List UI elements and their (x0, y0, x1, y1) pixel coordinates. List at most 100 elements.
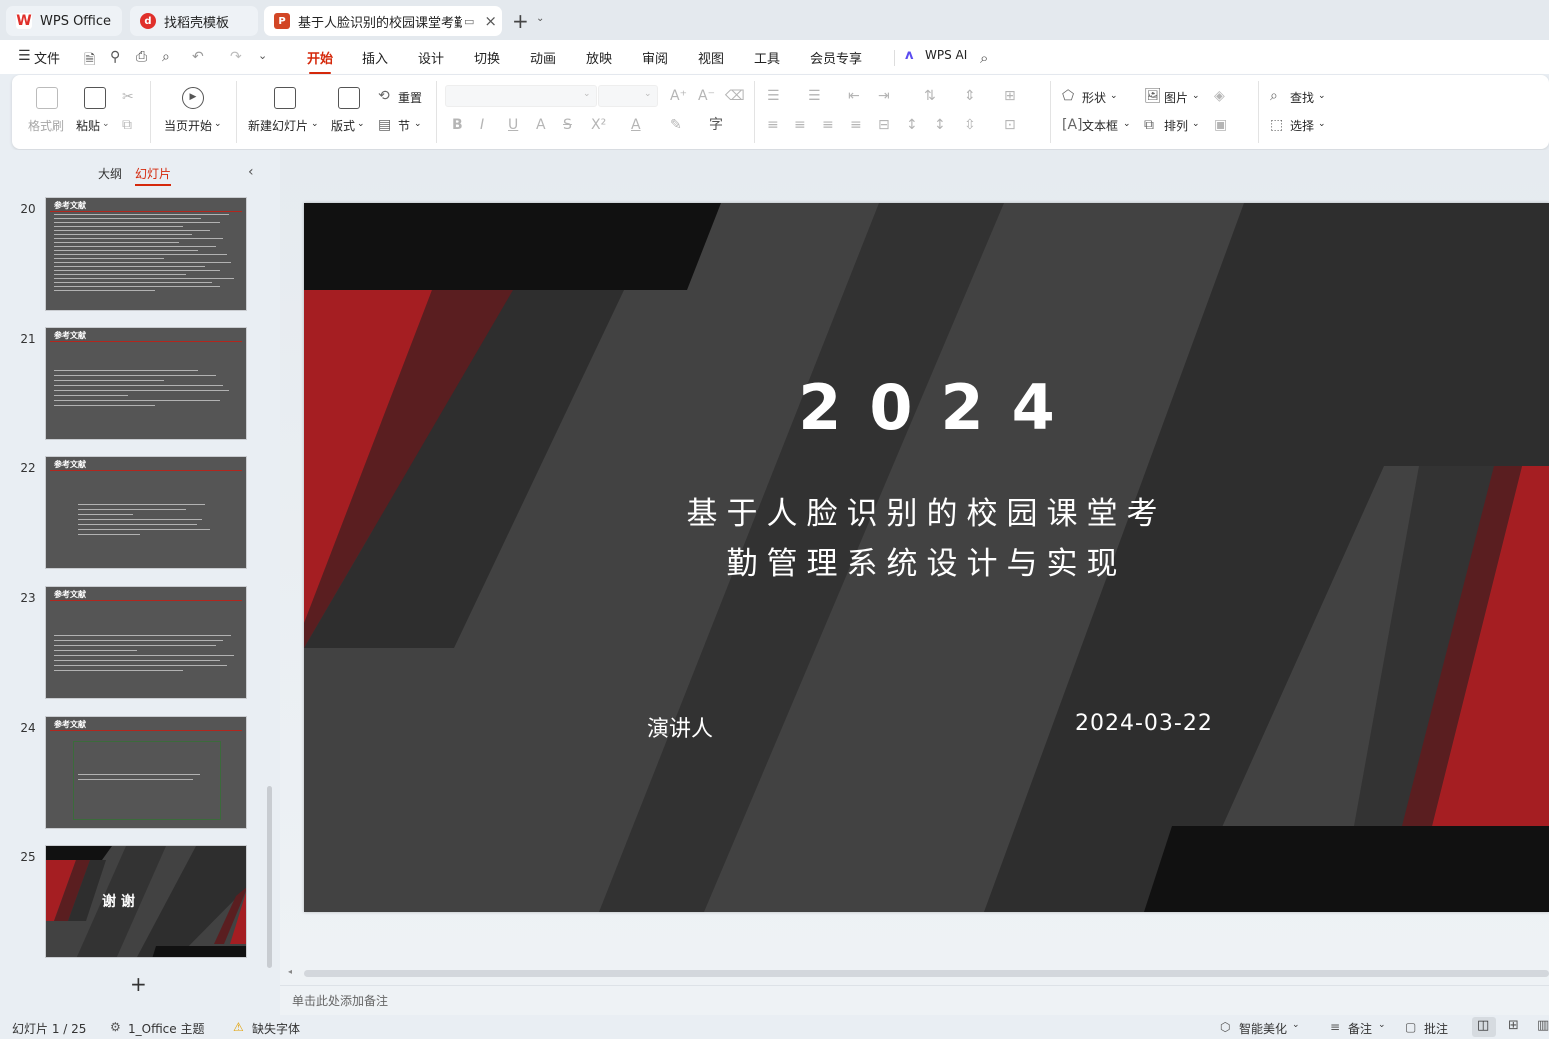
paste-dropdown-icon[interactable]: ⌄ (102, 119, 110, 129)
distributed-icon[interactable]: ⊟ (878, 117, 890, 133)
notes-placeholder[interactable]: 单击此处添加备注 (292, 994, 388, 1008)
convert-smartart-icon[interactable]: ⊞ (1004, 88, 1016, 104)
slide-thumbnail-23[interactable]: 参考文献 (45, 586, 247, 699)
menu-wps-ai[interactable]: WPS AI (925, 48, 967, 62)
strikethrough-icon[interactable]: S (563, 117, 572, 133)
bullets-icon[interactable]: ☰ (767, 88, 780, 104)
decrease-font-icon[interactable]: A⁻ (698, 88, 715, 104)
format-painter-button[interactable]: 格式刷 (28, 117, 64, 134)
arrange-button[interactable]: 排列 (1164, 117, 1188, 134)
hamburger-icon[interactable]: ☰ (18, 48, 31, 64)
new-slide-dropdown-icon[interactable]: ⌄ (311, 119, 319, 129)
increase-font-icon[interactable]: A⁺ (670, 88, 687, 104)
picture-button[interactable]: 图片 (1164, 89, 1188, 106)
shape-dropdown-icon[interactable]: ⌄ (1110, 91, 1118, 101)
menu-home[interactable]: 开始 (307, 48, 333, 74)
theme-name[interactable]: 1_Office 主题 (128, 1020, 204, 1037)
notes-dropdown-icon[interactable]: ⌄ (1378, 1020, 1386, 1030)
menu-review[interactable]: 审阅 (642, 48, 668, 67)
undo-icon[interactable]: ↶ (192, 49, 204, 65)
menu-slideshow[interactable]: 放映 (586, 48, 612, 67)
line-spacing-icon[interactable]: ⇕ (964, 88, 976, 104)
highlight-icon[interactable]: ✎ (670, 117, 682, 133)
section-dropdown-icon[interactable]: ⌄ (414, 119, 422, 129)
para-spacing2-icon[interactable]: ↕ (934, 117, 946, 133)
text-box-margins-icon[interactable]: ⊡ (1004, 117, 1016, 133)
tab-docer-templates[interactable]: d 找稻壳模板 (130, 6, 258, 36)
font-name-dropdown-icon[interactable]: ⌄ (583, 89, 591, 99)
textbox-dropdown-icon[interactable]: ⌄ (1123, 119, 1131, 129)
monitor-icon[interactable]: ▭ (464, 15, 474, 28)
scroll-left-icon[interactable]: ◂ (288, 967, 292, 976)
close-tab-icon[interactable]: × (484, 12, 497, 30)
current-slide[interactable]: 2024 基于人脸识别的校园课堂考 勤管理系统设计与实现 演讲人 2024-03… (304, 203, 1549, 912)
menu-file[interactable]: 文件 (34, 48, 60, 67)
reset-button[interactable]: 重置 (398, 89, 422, 106)
increase-indent-icon[interactable]: ⇥ (878, 88, 890, 104)
decrease-indent-icon[interactable]: ⇤ (848, 88, 860, 104)
numbering-icon[interactable]: ☰ (808, 88, 821, 104)
comments-button[interactable]: 批注 (1424, 1020, 1448, 1037)
slide-thumbnail-25[interactable]: 谢 谢 (45, 845, 247, 958)
font-size-dropdown-icon[interactable]: ⌄ (644, 89, 652, 99)
slide-thumbnail-20[interactable]: 参考文献 (45, 197, 247, 311)
font-name-select[interactable] (445, 85, 597, 107)
bold-icon[interactable]: B (452, 117, 463, 133)
shape-button[interactable]: 形状 (1082, 89, 1106, 106)
search-icon[interactable]: ⌕ (980, 49, 988, 67)
menu-view[interactable]: 视图 (698, 48, 724, 67)
textbox-button[interactable]: 文本框 (1082, 117, 1118, 134)
tab-current-presentation[interactable]: P 基于人脸识别的校园课堂考勤管 ▭ × (264, 6, 502, 36)
share-icon[interactable]: ⚲ (110, 49, 120, 65)
wps-ai-icon[interactable]: ʌ (905, 48, 913, 63)
horizontal-scrollbar[interactable] (304, 970, 1549, 977)
tab-wps-office[interactable]: W WPS Office (6, 6, 122, 36)
italic-icon[interactable]: I (480, 117, 484, 133)
print-icon[interactable]: ⎙ (136, 49, 147, 65)
tab-outline[interactable]: 大纲 (98, 165, 122, 182)
smart-beautify-dropdown-icon[interactable]: ⌄ (1292, 1020, 1300, 1030)
notes-pane[interactable]: 单击此处添加备注 (280, 985, 1549, 1015)
find-button[interactable]: 查找 (1290, 89, 1314, 106)
save-icon[interactable]: 🗎 (84, 49, 95, 73)
smart-beautify-button[interactable]: 智能美化 (1239, 1020, 1287, 1037)
cut-icon[interactable]: ✂ (122, 89, 134, 105)
print-preview-icon[interactable]: ⌕ (162, 49, 170, 65)
clear-format-icon[interactable]: ⌫ (725, 88, 745, 104)
underline-icon[interactable]: U (508, 117, 518, 133)
reading-view-icon[interactable]: ▥ (1537, 1018, 1549, 1033)
arrange-dropdown-icon[interactable]: ⌄ (1192, 119, 1200, 129)
menu-membership[interactable]: 会员专享 (810, 48, 862, 67)
notes-button[interactable]: 备注 (1348, 1020, 1372, 1037)
picture-dropdown-icon[interactable]: ⌄ (1192, 91, 1200, 101)
para-spacing-icon[interactable]: ↕ (906, 117, 918, 133)
select-dropdown-icon[interactable]: ⌄ (1318, 119, 1326, 129)
align-left-icon[interactable]: ≡ (767, 117, 779, 133)
start-dropdown-icon[interactable]: ⌄ (214, 119, 222, 129)
paste-button[interactable]: 粘贴 (76, 117, 100, 134)
fill-icon[interactable]: ◈ (1214, 88, 1225, 104)
start-from-current-button[interactable]: 当页开始 (164, 117, 212, 134)
menu-tools[interactable]: 工具 (754, 48, 780, 67)
vertical-align-icon[interactable]: ⇳ (964, 117, 976, 133)
menu-animation[interactable]: 动画 (530, 48, 556, 67)
layout-button[interactable]: 版式 (331, 117, 355, 134)
shadow-icon[interactable]: A (536, 117, 546, 133)
phonetic-icon[interactable]: 字 (709, 117, 723, 133)
missing-font-button[interactable]: 缺失字体 (252, 1020, 300, 1037)
menu-design[interactable]: 设计 (418, 48, 444, 67)
layout-dropdown-icon[interactable]: ⌄ (357, 119, 365, 129)
add-slide-icon[interactable]: + (130, 972, 147, 996)
font-color-icon[interactable]: A (631, 117, 641, 133)
align-center-icon[interactable]: ≡ (794, 117, 806, 133)
redo-icon[interactable]: ↷ (230, 49, 242, 65)
menu-insert[interactable]: 插入 (362, 48, 388, 67)
new-slide-button[interactable]: 新建幻灯片 (248, 117, 308, 134)
copy-icon[interactable]: ⧉ (122, 117, 132, 133)
collapse-panel-icon[interactable]: ‹ (248, 164, 254, 180)
tab-slides[interactable]: 幻灯片 (135, 165, 172, 186)
new-tab-icon[interactable]: + (512, 9, 529, 33)
find-dropdown-icon[interactable]: ⌄ (1318, 91, 1326, 101)
section-button[interactable]: 节 (398, 117, 410, 134)
align-right-icon[interactable]: ≡ (822, 117, 834, 133)
